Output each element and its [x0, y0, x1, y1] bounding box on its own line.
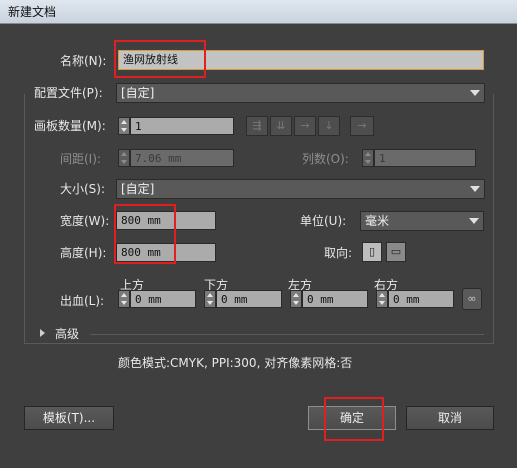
- advanced-divider: [90, 334, 484, 335]
- ok-highlight: [324, 397, 384, 441]
- units-value: 毫米: [365, 214, 390, 228]
- height-label: 高度(H):: [60, 246, 107, 260]
- cancel-button[interactable]: 取消: [406, 406, 494, 430]
- columns-input[interactable]: 1: [374, 149, 476, 167]
- size-value: [自定]: [121, 182, 155, 196]
- artboard-count-input[interactable]: 1: [130, 117, 234, 135]
- bleed-right-input[interactable]: 0 mm: [388, 290, 454, 308]
- artboard-count-label: 画板数量(M):: [34, 119, 106, 133]
- width-label: 宽度(W):: [60, 214, 110, 228]
- grid-by-row-icon[interactable]: ⇶: [246, 116, 268, 136]
- size-highlight: [114, 204, 176, 264]
- document-info-text: 颜色模式:CMYK, PPI:300, 对齐像素网格:否: [118, 356, 353, 370]
- chevron-down-icon: [470, 186, 480, 192]
- bleed-left-spinner[interactable]: [290, 290, 302, 308]
- spacing-spinner[interactable]: [118, 149, 130, 167]
- arrange-by-row-icon[interactable]: →: [294, 116, 316, 136]
- size-label: 大小(S):: [60, 182, 106, 196]
- templates-button[interactable]: 模板(T)...: [24, 406, 114, 430]
- link-icon[interactable]: ∞: [462, 288, 482, 310]
- chevron-down-icon: [469, 218, 479, 224]
- name-highlight: [114, 40, 206, 78]
- bleed-bottom-spinner[interactable]: [204, 290, 216, 308]
- columns-spinner[interactable]: [362, 149, 374, 167]
- grid-by-column-icon[interactable]: ⇊: [270, 116, 292, 136]
- columns-label: 列数(O):: [302, 152, 349, 166]
- units-select[interactable]: 毫米: [360, 211, 484, 231]
- bleed-bottom-input[interactable]: 0 mm: [216, 290, 282, 308]
- expand-arrow-icon[interactable]: [40, 329, 45, 337]
- portrait-icon[interactable]: ▯: [362, 242, 382, 262]
- bleed-left-input[interactable]: 0 mm: [302, 290, 368, 308]
- spacing-label: 间距(I):: [60, 152, 101, 166]
- arrange-by-column-icon[interactable]: ↓: [318, 116, 340, 136]
- bleed-top-input[interactable]: 0 mm: [130, 290, 196, 308]
- bleed-top-spinner[interactable]: [118, 290, 130, 308]
- landscape-icon[interactable]: ▭: [386, 242, 406, 262]
- advanced-toggle[interactable]: 高级: [55, 325, 79, 343]
- artboard-count-spinner[interactable]: [118, 117, 130, 135]
- window-title: 新建文档: [0, 0, 517, 24]
- layout-direction-icon[interactable]: →: [350, 116, 374, 136]
- size-select[interactable]: [自定]: [116, 179, 485, 199]
- bleed-right-spinner[interactable]: [376, 290, 388, 308]
- spacing-input[interactable]: 7.06 mm: [130, 149, 234, 167]
- name-label: 名称(N):: [60, 54, 107, 68]
- orientation-label: 取向:: [324, 246, 353, 260]
- bleed-label: 出血(L):: [60, 294, 105, 308]
- units-label: 单位(U):: [300, 214, 347, 228]
